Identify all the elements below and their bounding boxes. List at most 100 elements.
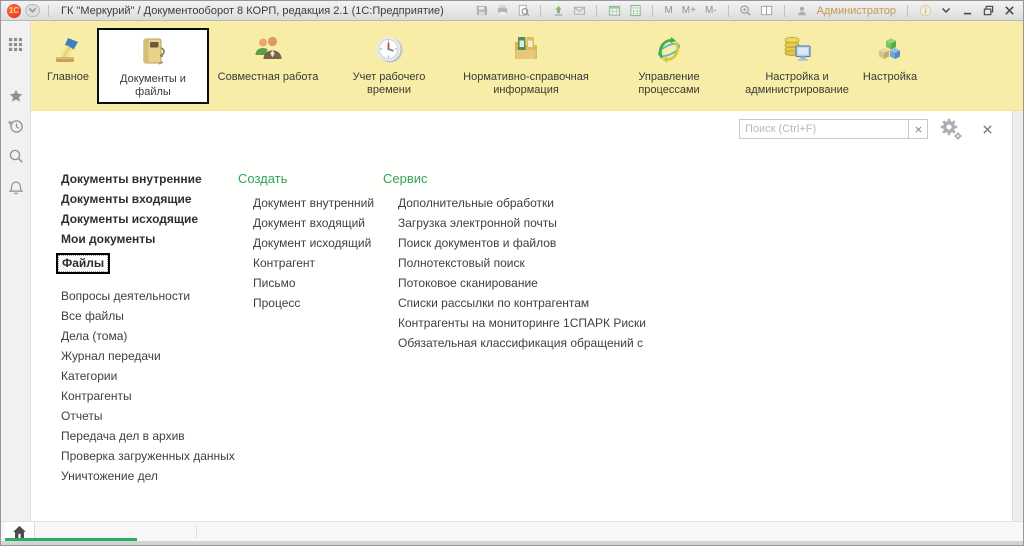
- info-icon: [919, 4, 932, 17]
- tab-sovmestnaya-rabota[interactable]: Совместная работа: [209, 21, 327, 110]
- close-icon: [982, 124, 993, 135]
- lamp-icon: [51, 30, 85, 67]
- current-user-label[interactable]: Администратор: [817, 5, 896, 17]
- title-bar-left: 1С ГК "Меркурий" / Документооборот 8 КОР…: [7, 4, 444, 18]
- nav-voprosy-deyatelnosti[interactable]: Вопросы деятельности: [61, 290, 235, 303]
- close-window-button[interactable]: [1001, 3, 1017, 18]
- service-polnotekstovyi-poisk[interactable]: Полнотекстовый поиск: [398, 257, 646, 270]
- tab-uchet-rabochego-vremeni[interactable]: Учет рабочего времени: [327, 21, 451, 110]
- tab-label: Нормативно-справочная информация: [457, 71, 595, 97]
- split-window-icon: [760, 4, 773, 17]
- service-kontragenty-spark[interactable]: Контрагенты на мониторинге 1СПАРК Риски: [398, 317, 646, 330]
- documents-icon: [136, 32, 170, 69]
- service-dopolnitelnye-obrabotki[interactable]: Дополнительные обработки: [398, 197, 646, 210]
- tab-label: Главное: [47, 71, 89, 84]
- tab-dokumenty-i-faily[interactable]: Документы и файлы: [97, 28, 209, 104]
- nav-unichtozhenie-del[interactable]: Уничтожение дел: [61, 470, 235, 483]
- tab-label: Учет рабочего времени: [333, 71, 445, 97]
- print-button[interactable]: [494, 3, 510, 18]
- nav-faily-focused[interactable]: Файлы: [61, 253, 235, 274]
- create-pismo[interactable]: Письмо: [253, 277, 374, 290]
- service-spiski-rassylki[interactable]: Списки рассылки по контрагентам: [398, 297, 646, 310]
- title-bar: 1С ГК "Меркурий" / Документооборот 8 КОР…: [1, 1, 1023, 21]
- global-search-button[interactable]: [7, 147, 25, 165]
- nav-otchety[interactable]: Отчеты: [61, 410, 235, 423]
- section-menu-panel: Документы внутренние Документы входящие …: [31, 111, 1013, 521]
- service-column: Сервис Дополнительные обработки Загрузка…: [383, 171, 646, 357]
- memory-m-plus-button[interactable]: M+: [680, 5, 698, 16]
- favorites-button[interactable]: [7, 87, 25, 105]
- window-bottom-edge: [1, 541, 1023, 545]
- service-poisk-dokumentov[interactable]: Поиск документов и файлов: [398, 237, 646, 250]
- calendar-button[interactable]: [606, 3, 622, 18]
- tab-label: Совместная работа: [218, 71, 319, 84]
- more-menu-button[interactable]: [938, 3, 954, 18]
- service-potokovoe-skanirovanie[interactable]: Потоковое сканирование: [398, 277, 646, 290]
- nav-moi-dokumenty[interactable]: Мои документы: [61, 233, 235, 246]
- zoom-icon: [739, 4, 752, 17]
- create-kontragent[interactable]: Контрагент: [253, 257, 374, 270]
- tab-label: Управление процессами: [607, 71, 731, 97]
- notifications-button[interactable]: [7, 179, 25, 197]
- search-input[interactable]: [739, 119, 909, 139]
- tab-glavnoe[interactable]: Главное: [39, 21, 97, 110]
- nav-dokumenty-iskhodyashchie[interactable]: Документы исходящие: [61, 213, 235, 226]
- bell-icon: [8, 180, 24, 196]
- tab-nastroyka-i-administrirovanie[interactable]: Настройка и администрирование: [737, 21, 857, 110]
- tab-label: Настройка: [863, 71, 917, 84]
- tab-upravlenie-processami[interactable]: Управление процессами: [601, 21, 737, 110]
- tab-normativno-spravochnaya[interactable]: Нормативно-справочная информация: [451, 21, 601, 110]
- send-button[interactable]: [550, 3, 566, 18]
- print-preview-icon: [517, 4, 530, 17]
- divider: [907, 5, 908, 17]
- service-header[interactable]: Сервис: [383, 171, 646, 186]
- section-ribbon: Главное Документы и файлы Совместная раб…: [31, 21, 1023, 111]
- people-icon: [251, 30, 285, 67]
- create-dokument-vkhodyashchiy[interactable]: Документ входящий: [253, 217, 374, 230]
- service-zagruzka-pochty[interactable]: Загрузка электронной почты: [398, 217, 646, 230]
- star-icon: [8, 88, 24, 104]
- nav-proverka-zagruzhennykh-dannykh[interactable]: Проверка загруженных данных: [61, 450, 235, 463]
- nav-kontragenty[interactable]: Контрагенты: [61, 390, 235, 403]
- menu-close-button[interactable]: [982, 124, 993, 135]
- nav-dokumenty-vkhodyashchie[interactable]: Документы входящие: [61, 193, 235, 206]
- print-preview-button[interactable]: [515, 3, 531, 18]
- calculator-icon: [629, 4, 642, 17]
- memory-m-button[interactable]: M: [662, 5, 674, 16]
- create-dokument-iskhodyashchiy[interactable]: Документ исходящий: [253, 237, 374, 250]
- zoom-button[interactable]: [738, 3, 754, 18]
- nav-peredacha-del-v-arkhiv[interactable]: Передача дел в архив: [61, 430, 235, 443]
- tab-nastroyka[interactable]: Настройка: [857, 21, 923, 110]
- mail-button[interactable]: [571, 3, 587, 18]
- sections-menu-button[interactable]: [7, 35, 25, 53]
- minimize-button[interactable]: [959, 3, 975, 18]
- grid-icon: [8, 37, 23, 52]
- divider: [784, 5, 785, 17]
- info-button[interactable]: [917, 3, 933, 18]
- nav-dokumenty-vnutrennie[interactable]: Документы внутренние: [61, 173, 235, 186]
- restore-button[interactable]: [980, 3, 996, 18]
- save-button[interactable]: [473, 3, 489, 18]
- tool-panel: [1, 21, 31, 521]
- nav-kategorii[interactable]: Категории: [61, 370, 235, 383]
- split-window-button[interactable]: [759, 3, 775, 18]
- 1c-logo-icon: 1С: [7, 4, 21, 18]
- create-process[interactable]: Процесс: [253, 297, 374, 310]
- create-dokument-vnutrenniy[interactable]: Документ внутренний: [253, 197, 374, 210]
- search-clear-button[interactable]: [909, 119, 928, 139]
- memory-m-minus-button[interactable]: M-: [703, 5, 719, 16]
- gear-icon: [939, 117, 963, 141]
- nav-zhurnal-peredachi[interactable]: Журнал передачи: [61, 350, 235, 363]
- menu-settings-button[interactable]: [939, 117, 963, 141]
- system-menu-button[interactable]: [25, 4, 40, 17]
- title-bar-toolbar: M M+ M- Администратор: [473, 3, 1017, 18]
- nav-vse-faily[interactable]: Все файлы: [61, 310, 235, 323]
- create-header[interactable]: Создать: [238, 171, 374, 186]
- tab-label: Документы и файлы: [105, 73, 201, 99]
- service-obyazatelnaya-klassifikaciya[interactable]: Обязательная классификация обращений с: [398, 337, 646, 350]
- calculator-button[interactable]: [627, 3, 643, 18]
- secondary-nav-list: Вопросы деятельности Все файлы Дела (том…: [61, 290, 235, 483]
- admin-icon: [780, 30, 814, 67]
- history-button[interactable]: [7, 117, 25, 135]
- nav-dela-toma[interactable]: Дела (тома): [61, 330, 235, 343]
